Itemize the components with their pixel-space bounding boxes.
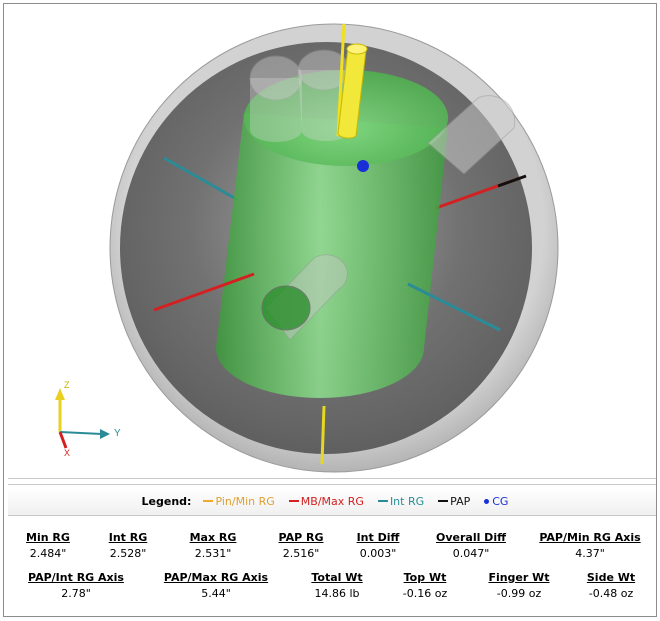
legend-title: Legend:: [141, 494, 192, 508]
mb-line-swatch: [288, 500, 299, 502]
stat-int-diff: Int Diff 0.003": [356, 531, 400, 560]
axes-gizmo: Z Y X: [55, 380, 121, 458]
divider: [8, 484, 656, 485]
stat-overall-diff: Overall Diff 0.047": [435, 531, 506, 560]
legend-item-mb-max-rg: MB/Max RG: [288, 495, 364, 508]
legend: Legend: Pin/Min RG MB/Max RG Int RG PAP …: [8, 487, 656, 515]
app-frame: Z Y X Legend: Pin/Min RG MB/Max RG Int R…: [3, 3, 657, 617]
cg-dot-icon: [484, 498, 490, 504]
axis-x-label: X: [64, 448, 70, 458]
stat-pap-max-rg-axis: PAP/Max RG Axis 5.44": [163, 571, 269, 600]
cg-dot: [357, 160, 369, 172]
stat-finger-wt: Finger Wt -0.99 oz: [488, 571, 550, 600]
stat-max-rg: Max RG 2.531": [189, 531, 237, 560]
pin-line-swatch: [203, 500, 214, 502]
3d-viewport[interactable]: Z Y X: [8, 8, 656, 476]
legend-item-pap: PAP: [438, 495, 470, 508]
stat-int-rg: Int RG 2.528": [108, 531, 148, 560]
stats-panel: Min RG 2.484" Int RG 2.528" Max RG 2.531…: [8, 517, 656, 617]
legend-item-pin-min-rg: Pin/Min RG: [203, 495, 275, 508]
pap-line-swatch: [438, 500, 449, 502]
int-line-swatch: [377, 500, 388, 502]
axis-z-label: Z: [64, 380, 70, 390]
legend-item-cg: CG: [484, 495, 508, 508]
stat-pap-min-rg-axis: PAP/Min RG Axis 4.37": [539, 531, 641, 560]
stat-top-wt: Top Wt -0.16 oz: [402, 571, 448, 600]
stat-side-wt: Side Wt -0.48 oz: [586, 571, 636, 600]
stat-total-wt: Total Wt 14.86 lb: [311, 571, 363, 600]
stat-min-rg: Min RG 2.484": [26, 531, 70, 560]
ball-core-render: Z Y X: [55, 23, 559, 473]
stat-pap-rg: PAP RG 2.516": [278, 531, 324, 560]
stat-pap-int-rg-axis: PAP/Int RG Axis 2.78": [28, 571, 124, 600]
divider: [8, 478, 656, 479]
divider: [8, 515, 656, 516]
pin-axis-bottom: [320, 405, 326, 465]
axis-y-label: Y: [114, 428, 121, 439]
legend-item-int-rg: Int RG: [377, 495, 424, 508]
